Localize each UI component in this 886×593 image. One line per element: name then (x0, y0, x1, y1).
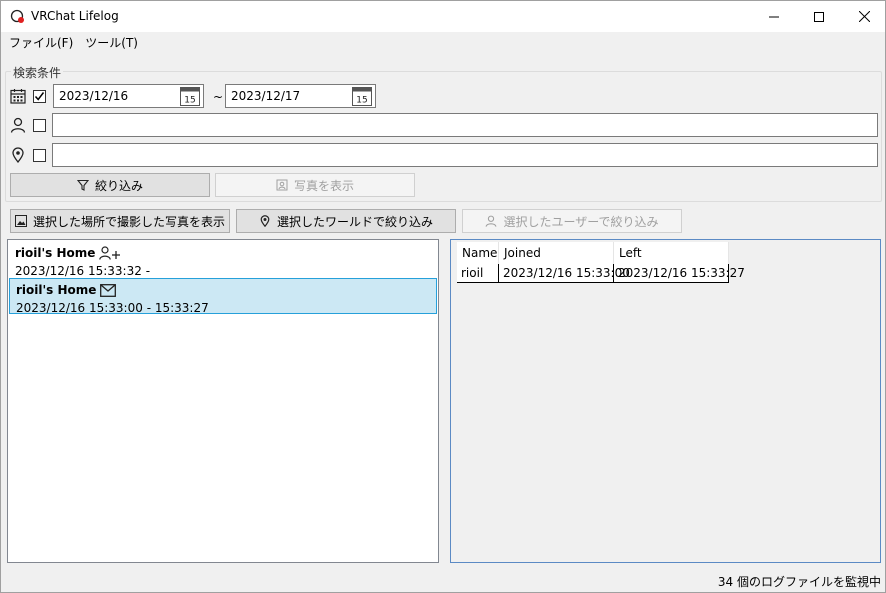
world-filter-checkbox[interactable] (33, 149, 46, 162)
date-picker-icon[interactable]: 15 (352, 87, 372, 106)
checkmark-icon (34, 92, 45, 101)
column-header-name[interactable]: Name (457, 242, 499, 264)
maximize-icon (814, 11, 824, 22)
close-icon (858, 11, 870, 22)
filter-icon (76, 179, 89, 191)
date-to-picker[interactable]: 2023/12/17 15 (225, 84, 376, 108)
event-list[interactable]: rioil's Home 2023/12/16 15:33:32 - rioil… (7, 239, 439, 563)
envelope-icon (100, 283, 117, 297)
user-search-input[interactable] (52, 113, 878, 137)
show-photos-button[interactable]: 写真を表示 (215, 173, 415, 197)
minimize-icon (769, 16, 779, 17)
location-pin-icon (260, 215, 270, 227)
close-button[interactable] (841, 1, 885, 32)
show-location-photos-label: 選択した場所で撮影した写真を表示 (32, 214, 225, 229)
date-to-value: 2023/12/17 (231, 89, 301, 103)
menu-file[interactable]: ファイル(F) (3, 34, 79, 51)
grid-header: Name Joined Left (457, 242, 729, 264)
photo-user-icon (276, 179, 288, 191)
date-picker-day: 15 (184, 96, 195, 106)
filter-button[interactable]: 絞り込み (10, 173, 210, 197)
image-icon (14, 215, 27, 227)
filter-by-world-button[interactable]: 選択したワールドで絞り込み (236, 209, 456, 233)
search-conditions-label: 検索条件 (11, 64, 64, 81)
date-from-value: 2023/12/16 (59, 89, 129, 103)
list-item-selected[interactable]: rioil's Home 2023/12/16 15:33:00 - 15:33… (9, 278, 437, 315)
cell-joined: 2023/12/16 15:33:00 (499, 264, 630, 283)
menu-bar: ファイル(F) ツール(T) (1, 32, 885, 53)
show-location-photos-button[interactable]: 選択した場所で撮影した写真を表示 (10, 209, 230, 233)
event-world-name: rioil's Home (15, 246, 96, 260)
app-logo-icon (10, 9, 24, 23)
table-row[interactable]: rioil 2023/12/16 15:33:00 2023/12/16 15:… (457, 264, 745, 283)
date-filter-checkbox[interactable] (33, 90, 46, 103)
cell-name: rioil (457, 264, 499, 283)
user-icon (10, 117, 26, 133)
user-filter-checkbox[interactable] (33, 119, 46, 132)
filter-button-label: 絞り込み (94, 178, 143, 193)
minimize-button[interactable] (751, 1, 797, 32)
status-text: 34 個のログファイルを監視中 (717, 575, 881, 589)
column-header-joined[interactable]: Joined (499, 242, 614, 264)
filter-by-user-button[interactable]: 選択したユーザーで絞り込み (462, 209, 682, 233)
user-icon (486, 215, 497, 227)
event-time: 2023/12/16 15:33:00 - 15:33:27 (16, 301, 209, 315)
event-time: 2023/12/16 15:33:32 - (15, 264, 151, 278)
column-header-left[interactable]: Left (614, 242, 729, 264)
window-title: VRChat Lifelog (31, 9, 119, 23)
user-add-icon (99, 246, 121, 260)
date-range-separator: ~ (213, 90, 224, 104)
users-grid[interactable]: Name Joined Left rioil 2023/12/16 15:33:… (450, 239, 881, 563)
event-world-name: rioil's Home (16, 283, 97, 297)
filter-by-user-label: 選択したユーザーで絞り込み (503, 214, 659, 229)
location-pin-icon (12, 147, 24, 163)
date-from-picker[interactable]: 2023/12/16 15 (53, 84, 204, 108)
menu-tools[interactable]: ツール(T) (79, 34, 144, 51)
show-photos-button-label: 写真を表示 (293, 178, 354, 193)
maximize-button[interactable] (796, 1, 842, 32)
list-item[interactable]: rioil's Home 2023/12/16 15:33:32 - (9, 242, 437, 278)
app-window: VRChat Lifelog ファイル(F) ツール(T) 検索条件 2023/… (0, 0, 886, 593)
date-picker-day: 15 (356, 96, 367, 106)
world-search-input[interactable] (52, 143, 878, 167)
title-bar: VRChat Lifelog (1, 1, 885, 32)
cell-left: 2023/12/16 15:33:27 (614, 264, 745, 283)
calendar-icon (10, 89, 26, 104)
date-picker-icon[interactable]: 15 (180, 87, 200, 106)
filter-by-world-label: 選択したワールドで絞り込み (276, 214, 433, 229)
